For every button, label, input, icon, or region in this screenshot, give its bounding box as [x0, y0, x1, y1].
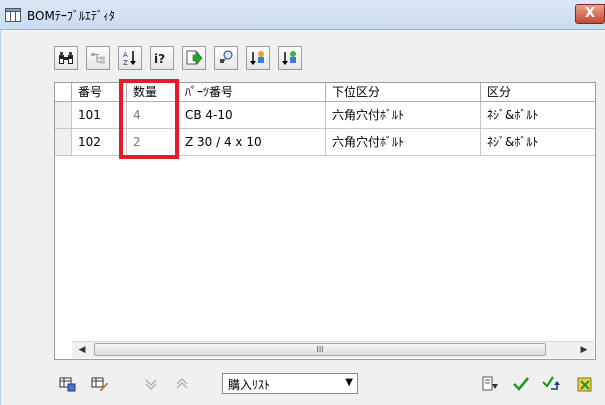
scroll-left-arrow-icon[interactable]: ◀	[74, 342, 90, 358]
move-up-icon	[250, 51, 264, 65]
apply-button[interactable]	[541, 374, 561, 394]
svg-text:Z: Z	[123, 59, 128, 67]
sort-az-icon: A Z	[123, 51, 136, 67]
svg-text:A: A	[123, 51, 128, 59]
help-button[interactable]: i?	[150, 46, 174, 70]
sort-button[interactable]: A Z	[118, 46, 142, 70]
grid-edit-button[interactable]	[90, 374, 110, 394]
move-up-button[interactable]	[246, 46, 270, 70]
close-button[interactable]: X	[575, 4, 605, 24]
find-button[interactable]	[54, 46, 78, 70]
grid-settings-button[interactable]	[58, 374, 78, 394]
move-down-disabled-button[interactable]	[141, 374, 161, 394]
double-chevron-down-icon	[145, 379, 157, 390]
row-selector[interactable]	[55, 102, 72, 129]
table-settings-icon	[59, 377, 76, 392]
scroll-right-arrow-icon[interactable]: ▶	[576, 342, 592, 358]
svg-text:i?: i?	[154, 52, 165, 66]
cell-part-number[interactable]: Z 30 / 4 x 10	[179, 129, 326, 156]
cancel-icon	[577, 377, 592, 392]
expand-tree-button[interactable]	[86, 46, 110, 70]
cell-subcategory[interactable]: 六角穴付ﾎﾞﾙﾄ	[326, 129, 481, 156]
export-button[interactable]	[182, 46, 206, 70]
row-selector[interactable]	[55, 129, 72, 156]
list-type-value: 購入ﾘｽﾄ	[228, 378, 271, 392]
table-icon	[5, 8, 21, 22]
chevron-down-icon[interactable]: ▼	[345, 377, 353, 388]
col-header-part-number[interactable]: ﾊﾟｰﾂ番号	[179, 83, 326, 102]
tree-expand-icon	[91, 53, 105, 64]
list-type-select[interactable]: 購入ﾘｽﾄ ▼	[222, 373, 358, 394]
binoculars-icon	[59, 52, 73, 64]
move-up-disabled-button[interactable]	[172, 374, 192, 394]
horizontal-scrollbar[interactable]: ◀ III ▶	[72, 341, 594, 358]
check-apply-icon	[542, 376, 560, 390]
help-icon: i?	[154, 52, 165, 66]
cell-subcategory[interactable]: 六角穴付ﾎﾞﾙﾄ	[326, 102, 481, 129]
cell-part-number[interactable]: CB 4-10	[179, 102, 326, 129]
cancel-button[interactable]	[574, 374, 594, 394]
scroll-thumb[interactable]: III	[94, 343, 546, 356]
title-bar: BOMﾃｰﾌﾞﾙｴﾃﾞｨﾀ X	[0, 0, 605, 30]
link-button[interactable]	[214, 46, 238, 70]
window-title: BOMﾃｰﾌﾞﾙｴﾃﾞｨﾀ	[27, 9, 115, 23]
col-header-category[interactable]: 区分	[481, 83, 595, 102]
move-down-icon	[282, 51, 296, 65]
quantity-column-highlight	[119, 79, 179, 159]
link-icon	[220, 50, 233, 63]
col-header-subcategory[interactable]: 下位区分	[326, 83, 481, 102]
checkmark-icon	[513, 377, 530, 391]
ok-button[interactable]	[511, 374, 531, 394]
export-icon	[186, 50, 203, 65]
header-corner	[55, 83, 72, 102]
import-icon	[482, 376, 498, 391]
double-chevron-up-icon	[176, 378, 188, 389]
import-button[interactable]	[480, 374, 500, 394]
move-down-button[interactable]	[278, 46, 302, 70]
cell-category[interactable]: ﾈｼﾞ&ﾎﾞﾙﾄ	[481, 102, 595, 129]
table-edit-icon	[91, 377, 109, 392]
cell-category[interactable]: ﾈｼﾞ&ﾎﾞﾙﾄ	[481, 129, 595, 156]
